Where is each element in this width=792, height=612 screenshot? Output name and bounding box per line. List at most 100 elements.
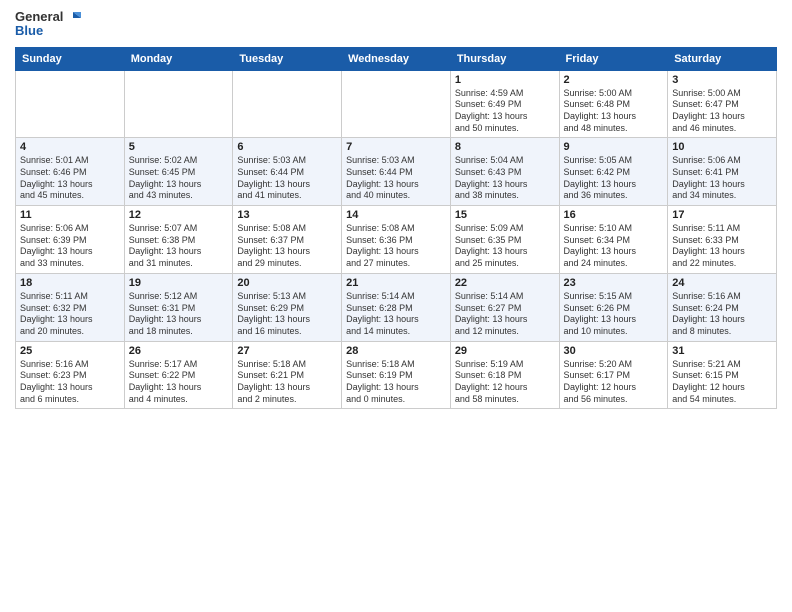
day-info: Sunrise: 5:03 AM Sunset: 6:44 PM Dayligh… — [346, 155, 446, 202]
day-number: 31 — [672, 345, 772, 357]
day-number: 15 — [455, 209, 555, 221]
day-number: 18 — [20, 277, 120, 289]
day-number: 7 — [346, 141, 446, 153]
day-number: 1 — [455, 74, 555, 86]
day-info: Sunrise: 5:02 AM Sunset: 6:45 PM Dayligh… — [129, 155, 229, 202]
day-number: 13 — [237, 209, 337, 221]
calendar-cell: 30 Sunrise: 5:20 AM Sunset: 6:17 PM Dayli… — [559, 341, 668, 409]
calendar-cell: 23 Sunrise: 5:15 AM Sunset: 6:26 PM Dayli… — [559, 273, 668, 341]
calendar-cell: 28 Sunrise: 5:18 AM Sunset: 6:19 PM Dayli… — [342, 341, 451, 409]
day-info: Sunrise: 5:18 AM Sunset: 6:19 PM Dayligh… — [346, 359, 446, 406]
day-number: 11 — [20, 209, 120, 221]
day-info: Sunrise: 5:00 AM Sunset: 6:47 PM Dayligh… — [672, 88, 772, 135]
day-number: 22 — [455, 277, 555, 289]
calendar-cell: 12 Sunrise: 5:07 AM Sunset: 6:38 PM Dayli… — [124, 206, 233, 274]
day-info: Sunrise: 5:19 AM Sunset: 6:18 PM Dayligh… — [455, 359, 555, 406]
calendar-cell: 9 Sunrise: 5:05 AM Sunset: 6:42 PM Daylig… — [559, 138, 668, 206]
day-number: 14 — [346, 209, 446, 221]
weekday-thursday: Thursday — [450, 47, 559, 70]
calendar-cell: 6 Sunrise: 5:03 AM Sunset: 6:44 PM Daylig… — [233, 138, 342, 206]
day-info: Sunrise: 5:05 AM Sunset: 6:42 PM Dayligh… — [564, 155, 664, 202]
day-info: Sunrise: 5:12 AM Sunset: 6:31 PM Dayligh… — [129, 291, 229, 338]
day-info: Sunrise: 5:08 AM Sunset: 6:37 PM Dayligh… — [237, 223, 337, 270]
day-info: Sunrise: 5:07 AM Sunset: 6:38 PM Dayligh… — [129, 223, 229, 270]
calendar-cell: 26 Sunrise: 5:17 AM Sunset: 6:22 PM Dayli… — [124, 341, 233, 409]
weekday-wednesday: Wednesday — [342, 47, 451, 70]
calendar-cell: 11 Sunrise: 5:06 AM Sunset: 6:39 PM Dayli… — [16, 206, 125, 274]
day-number: 5 — [129, 141, 229, 153]
day-number: 23 — [564, 277, 664, 289]
day-info: Sunrise: 5:01 AM Sunset: 6:46 PM Dayligh… — [20, 155, 120, 202]
day-number: 30 — [564, 345, 664, 357]
calendar-cell: 10 Sunrise: 5:06 AM Sunset: 6:41 PM Dayli… — [668, 138, 777, 206]
day-number: 27 — [237, 345, 337, 357]
calendar-cell: 13 Sunrise: 5:08 AM Sunset: 6:37 PM Dayli… — [233, 206, 342, 274]
calendar-cell: 22Sunrise: 5:14 AM Sunset: 6:27 PM Dayli… — [450, 273, 559, 341]
day-number: 19 — [129, 277, 229, 289]
calendar-cell — [342, 70, 451, 138]
calendar-cell — [16, 70, 125, 138]
calendar-cell: 31 Sunrise: 5:21 AM Sunset: 6:15 PM Dayli… — [668, 341, 777, 409]
calendar-cell: 19 Sunrise: 5:12 AM Sunset: 6:31 PM Dayli… — [124, 273, 233, 341]
day-info: Sunrise: 5:17 AM Sunset: 6:22 PM Dayligh… — [129, 359, 229, 406]
logo-general: General — [15, 9, 63, 24]
day-number: 29 — [455, 345, 555, 357]
week-row-3: 11 Sunrise: 5:06 AM Sunset: 6:39 PM Dayli… — [16, 206, 777, 274]
day-info: Sunrise: 5:00 AM Sunset: 6:48 PM Dayligh… — [564, 88, 664, 135]
day-number: 26 — [129, 345, 229, 357]
day-number: 9 — [564, 141, 664, 153]
header: General Blue — [15, 10, 777, 39]
day-info: Sunrise: 5:20 AM Sunset: 6:17 PM Dayligh… — [564, 359, 664, 406]
day-info: Sunrise: 5:16 AM Sunset: 6:24 PM Dayligh… — [672, 291, 772, 338]
calendar-cell: 2Sunrise: 5:00 AM Sunset: 6:48 PM Daylig… — [559, 70, 668, 138]
calendar: SundayMondayTuesdayWednesdayThursdayFrid… — [15, 47, 777, 410]
day-number: 12 — [129, 209, 229, 221]
calendar-cell: 17Sunrise: 5:11 AM Sunset: 6:33 PM Dayli… — [668, 206, 777, 274]
day-info: Sunrise: 5:06 AM Sunset: 6:41 PM Dayligh… — [672, 155, 772, 202]
logo: General Blue — [15, 10, 81, 39]
day-number: 20 — [237, 277, 337, 289]
calendar-cell: 16Sunrise: 5:10 AM Sunset: 6:34 PM Dayli… — [559, 206, 668, 274]
day-number: 10 — [672, 141, 772, 153]
day-info: Sunrise: 5:11 AM Sunset: 6:33 PM Dayligh… — [672, 223, 772, 270]
calendar-cell: 14Sunrise: 5:08 AM Sunset: 6:36 PM Dayli… — [342, 206, 451, 274]
weekday-friday: Friday — [559, 47, 668, 70]
day-info: Sunrise: 5:16 AM Sunset: 6:23 PM Dayligh… — [20, 359, 120, 406]
weekday-sunday: Sunday — [16, 47, 125, 70]
calendar-cell: 29 Sunrise: 5:19 AM Sunset: 6:18 PM Dayli… — [450, 341, 559, 409]
week-row-2: 4Sunrise: 5:01 AM Sunset: 6:46 PM Daylig… — [16, 138, 777, 206]
day-info: Sunrise: 5:14 AM Sunset: 6:28 PM Dayligh… — [346, 291, 446, 338]
day-info: Sunrise: 5:21 AM Sunset: 6:15 PM Dayligh… — [672, 359, 772, 406]
weekday-saturday: Saturday — [668, 47, 777, 70]
day-info: Sunrise: 5:04 AM Sunset: 6:43 PM Dayligh… — [455, 155, 555, 202]
calendar-cell: 1Sunrise: 4:59 AM Sunset: 6:49 PM Daylig… — [450, 70, 559, 138]
weekday-tuesday: Tuesday — [233, 47, 342, 70]
day-number: 6 — [237, 141, 337, 153]
week-row-4: 18Sunrise: 5:11 AM Sunset: 6:32 PM Dayli… — [16, 273, 777, 341]
calendar-cell: 18Sunrise: 5:11 AM Sunset: 6:32 PM Dayli… — [16, 273, 125, 341]
day-info: Sunrise: 5:18 AM Sunset: 6:21 PM Dayligh… — [237, 359, 337, 406]
calendar-cell: 20Sunrise: 5:13 AM Sunset: 6:29 PM Dayli… — [233, 273, 342, 341]
day-info: Sunrise: 5:15 AM Sunset: 6:26 PM Dayligh… — [564, 291, 664, 338]
day-info: Sunrise: 5:03 AM Sunset: 6:44 PM Dayligh… — [237, 155, 337, 202]
page: General Blue SundayMondayTuesdayWednesda… — [0, 0, 792, 612]
calendar-cell — [233, 70, 342, 138]
weekday-header-row: SundayMondayTuesdayWednesdayThursdayFrid… — [16, 47, 777, 70]
day-number: 28 — [346, 345, 446, 357]
logo-text: General Blue — [15, 10, 81, 39]
day-number: 8 — [455, 141, 555, 153]
day-info: Sunrise: 5:09 AM Sunset: 6:35 PM Dayligh… — [455, 223, 555, 270]
week-row-1: 1Sunrise: 4:59 AM Sunset: 6:49 PM Daylig… — [16, 70, 777, 138]
day-info: Sunrise: 5:10 AM Sunset: 6:34 PM Dayligh… — [564, 223, 664, 270]
calendar-cell: 8 Sunrise: 5:04 AM Sunset: 6:43 PM Daylig… — [450, 138, 559, 206]
logo-blue: Blue — [15, 23, 43, 38]
calendar-cell: 15 Sunrise: 5:09 AM Sunset: 6:35 PM Dayli… — [450, 206, 559, 274]
calendar-cell: 24 Sunrise: 5:16 AM Sunset: 6:24 PM Dayli… — [668, 273, 777, 341]
calendar-cell: 7 Sunrise: 5:03 AM Sunset: 6:44 PM Daylig… — [342, 138, 451, 206]
day-number: 24 — [672, 277, 772, 289]
day-info: Sunrise: 5:06 AM Sunset: 6:39 PM Dayligh… — [20, 223, 120, 270]
logo-bird-icon — [65, 12, 81, 24]
week-row-5: 25Sunrise: 5:16 AM Sunset: 6:23 PM Dayli… — [16, 341, 777, 409]
day-number: 3 — [672, 74, 772, 86]
calendar-cell: 5 Sunrise: 5:02 AM Sunset: 6:45 PM Daylig… — [124, 138, 233, 206]
